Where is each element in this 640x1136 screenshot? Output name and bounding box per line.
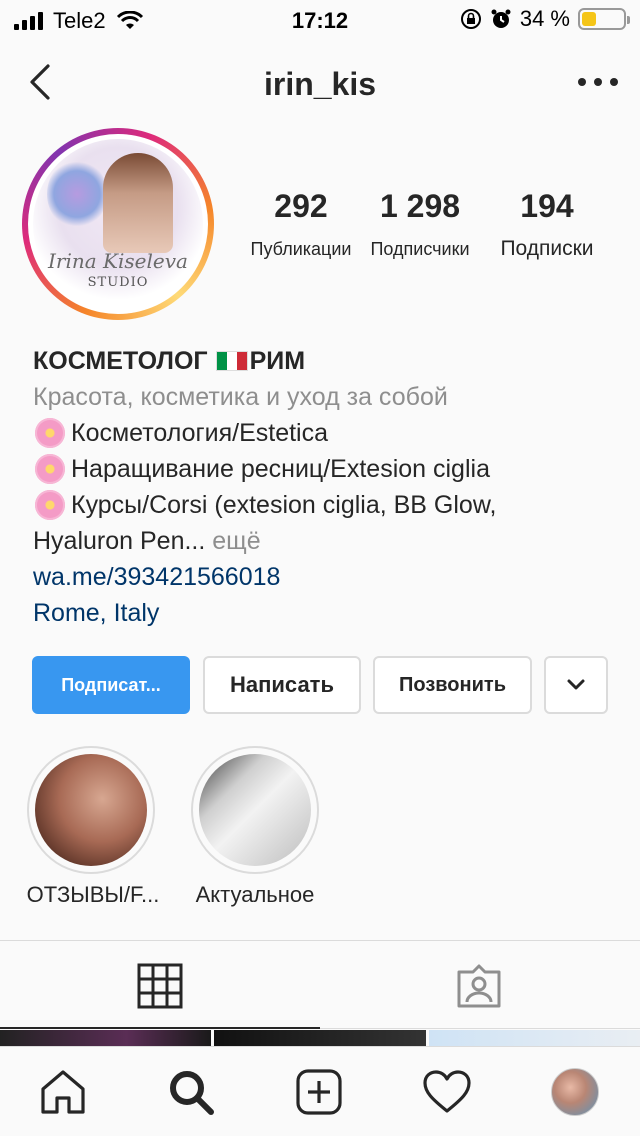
highlight-label: Актуальное	[195, 882, 315, 907]
stat-posts-label: Публикации	[250, 239, 352, 259]
suggested-accounts-button[interactable]	[544, 656, 608, 714]
stat-following-count: 194	[520, 188, 574, 224]
highlight-label: ОТЗЫВЫ/F...	[26, 882, 160, 907]
battery-level	[582, 12, 596, 26]
message-button[interactable]: Написать	[203, 656, 361, 714]
search-icon	[170, 1071, 214, 1115]
italy-flag-icon	[215, 351, 248, 371]
status-bar: Tele2 17:12 34 %	[0, 0, 640, 40]
profile-header: irin_kis	[0, 48, 640, 118]
nav-profile[interactable]	[550, 1067, 600, 1117]
alarm-icon	[491, 9, 511, 28]
bio-line: Курсы/Corsi (extesion ciglia, BB Glow,	[33, 487, 623, 523]
stat-following-label: Подписки	[500, 237, 594, 260]
call-button[interactable]: Позвонить	[373, 656, 532, 714]
chevron-left-icon	[30, 64, 50, 100]
avatar-logo-subtext: STUDIO	[87, 275, 149, 290]
bio-more-link[interactable]: ещё	[212, 527, 260, 555]
orientation-lock-icon	[460, 9, 481, 29]
nav-add-post[interactable]	[294, 1067, 344, 1117]
bio-line-text: Наращивание ресниц/Extesion ciglia	[71, 455, 490, 483]
follow-button[interactable]: Подписат...	[32, 656, 190, 714]
avatar-flowers-illustration	[47, 159, 107, 229]
bio-truncated-text: Hyaluron Pen...	[33, 527, 206, 555]
profile-username: irin_kis	[263, 66, 377, 102]
post-thumbnail[interactable]	[0, 1030, 212, 1046]
highlight-ring	[191, 746, 319, 874]
profile-picture: Irina Kiseleva STUDIO	[33, 139, 203, 309]
posts-grid	[0, 1030, 640, 1046]
avatar-frame: Irina Kiseleva STUDIO	[28, 134, 208, 314]
highlight-cover	[35, 754, 147, 866]
profile-display-name: КОСМЕТОЛОГ РИМ	[33, 343, 623, 379]
active-tab-indicator	[0, 1027, 320, 1029]
avatar-logo-text: Irina Kiseleva	[48, 249, 188, 273]
stat-followers-count: 1 298	[379, 188, 461, 224]
grid-icon	[137, 963, 183, 1009]
bio-line-text: Косметология/Estetica	[71, 419, 329, 447]
stat-followers-label: Подписчики	[370, 239, 470, 259]
stat-posts-count: 292	[274, 188, 328, 224]
display-name-suffix: РИМ	[249, 347, 306, 375]
bio-line: Косметология/Estetica	[33, 415, 623, 451]
stat-following[interactable]: 194 Подписки	[482, 188, 612, 261]
battery-icon	[578, 8, 630, 30]
profile-actions: Подписат... Написать Позвонить	[32, 656, 608, 714]
cherry-blossom-icon	[33, 488, 67, 522]
bio-truncated-line: Hyaluron Pen... ещё	[33, 523, 623, 559]
bottom-navigation	[0, 1046, 640, 1136]
more-options-button[interactable]	[578, 70, 618, 94]
post-thumbnail[interactable]	[428, 1030, 640, 1046]
profile-bio: КОСМЕТОЛОГ РИМ Красота, косметика и уход…	[33, 343, 623, 631]
story-avatar[interactable]: Irina Kiseleva STUDIO	[22, 128, 214, 320]
website-link[interactable]: wa.me/393421566018	[33, 559, 623, 595]
post-thumbnail[interactable]	[214, 1030, 426, 1046]
tagged-person-icon	[457, 964, 501, 1008]
display-name-text: КОСМЕТОЛОГ	[33, 347, 208, 375]
profile-stats: 292 Публикации 1 298 Подписчики 194 Подп…	[244, 188, 624, 261]
story-highlight[interactable]: Актуальное	[190, 746, 320, 908]
avatar-person-illustration	[103, 153, 173, 253]
nav-activity[interactable]	[422, 1067, 472, 1117]
cherry-blossom-icon	[33, 452, 67, 486]
profile-category: Красота, косметика и уход за собой	[33, 383, 448, 411]
heart-icon	[423, 1070, 471, 1113]
nav-home[interactable]	[38, 1067, 88, 1117]
more-horizontal-icon-dot	[610, 78, 618, 86]
stat-followers[interactable]: 1 298 Подписчики	[358, 188, 482, 261]
tab-posts-grid[interactable]	[136, 962, 184, 1010]
bio-line-text: Курсы/Corsi (extesion ciglia, BB Glow,	[71, 491, 497, 519]
battery-percent: 34 %	[519, 6, 570, 31]
add-post-icon	[296, 1069, 342, 1115]
home-icon	[41, 1070, 85, 1114]
bio-line: Наращивание ресниц/Extesion ciglia	[33, 451, 623, 487]
tabs-divider	[0, 940, 640, 941]
status-right: 34 %	[460, 6, 630, 32]
more-horizontal-icon-dot	[594, 78, 602, 86]
nav-search[interactable]	[166, 1067, 216, 1117]
story-highlight[interactable]: ОТЗЫВЫ/F...	[26, 746, 159, 908]
highlight-ring	[27, 746, 155, 874]
chevron-down-icon	[567, 679, 585, 690]
highlight-cover	[199, 754, 311, 866]
stat-posts[interactable]: 292 Публикации	[244, 188, 358, 261]
cherry-blossom-icon	[33, 416, 67, 450]
more-horizontal-icon-dot	[578, 78, 586, 86]
location-link[interactable]: Rome, Italy	[33, 595, 623, 631]
back-button[interactable]	[22, 62, 62, 102]
profile-avatar-icon	[551, 1068, 599, 1116]
tabs-bottom-divider	[320, 1028, 640, 1029]
tab-tagged[interactable]	[455, 962, 503, 1010]
